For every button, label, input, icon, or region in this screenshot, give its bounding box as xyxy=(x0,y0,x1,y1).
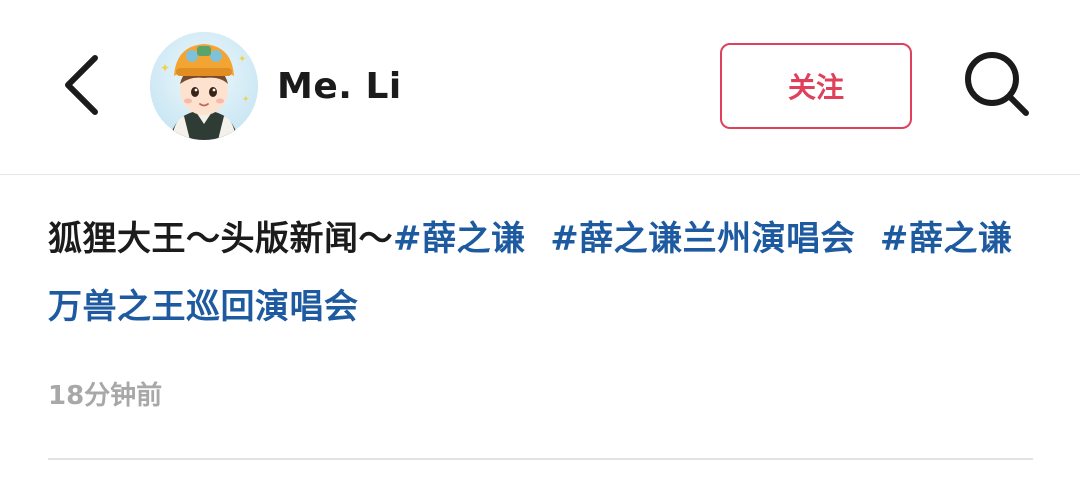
hashtag-link[interactable]: #薛之谦 xyxy=(393,219,526,259)
hashtag-link[interactable]: #薛之谦兰州演唱会 xyxy=(550,219,855,259)
avatar-illustration: ✦ ✦ ✦ xyxy=(150,32,258,140)
post-detail-page: ✦ ✦ ✦ Me. Li 关注 狐狸大王～头版新闻～#薛之谦 #薛之谦兰州演唱会… xyxy=(0,0,1080,503)
back-button[interactable] xyxy=(55,50,115,120)
post-header: ✦ ✦ ✦ Me. Li 关注 xyxy=(0,0,1080,174)
follow-button[interactable]: 关注 xyxy=(720,43,912,129)
post-content: 狐狸大王～头版新闻～#薛之谦 #薛之谦兰州演唱会 #薛之谦万兽之王巡回演唱会 xyxy=(48,205,1038,341)
content-divider xyxy=(48,458,1033,460)
header-divider xyxy=(0,174,1080,175)
search-button[interactable] xyxy=(960,46,1036,122)
chevron-left-icon xyxy=(65,55,98,115)
svg-text:✦: ✦ xyxy=(160,61,170,75)
post-text: 狐狸大王～头版新闻～ xyxy=(48,219,393,259)
search-icon xyxy=(965,52,1029,116)
avatar[interactable]: ✦ ✦ ✦ xyxy=(150,32,258,140)
post-timestamp: 18分钟前 xyxy=(48,381,163,411)
username[interactable]: Me. Li xyxy=(277,62,402,112)
svg-text:✦: ✦ xyxy=(238,54,246,65)
svg-text:✦: ✦ xyxy=(242,95,250,105)
